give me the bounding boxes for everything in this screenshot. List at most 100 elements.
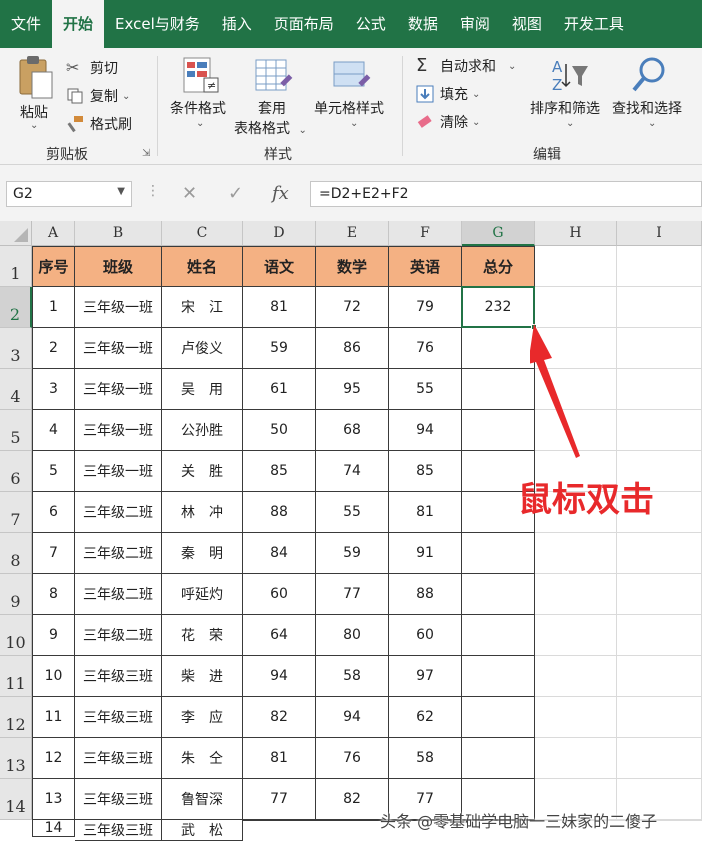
table-cell[interactable]: 62 [389,697,462,738]
table-cell[interactable]: 94 [389,410,462,451]
autosum-button[interactable]: Σ 自动求和 ⌄ [416,56,516,76]
table-cell[interactable]: 关 胜 [162,451,243,492]
table-cell[interactable]: 吴 用 [162,369,243,410]
table-cell[interactable]: 三年级二班 [75,615,162,656]
table-cell[interactable] [462,369,535,410]
table-cell[interactable]: 4 [32,410,75,451]
table-cell[interactable] [535,615,617,656]
table-cell[interactable]: 三年级三班 [75,738,162,779]
table-cell[interactable]: 秦 明 [162,533,243,574]
fill-button[interactable]: 填充 ⌄ [416,84,480,104]
autosum-chevron-icon[interactable]: ⌄ [508,61,516,72]
table-cell[interactable]: 77 [243,779,316,820]
row-header-11[interactable]: 11 [0,656,32,697]
table-cell[interactable]: 60 [389,615,462,656]
table-cell[interactable]: 59 [243,328,316,369]
table-cell[interactable]: 公孙胜 [162,410,243,451]
row-header-8[interactable]: 8 [0,533,32,574]
ribbon-tab-1[interactable]: 开始 [52,0,105,48]
formula-input[interactable]: =D2+E2+F2 [310,181,702,207]
ribbon-tab-5[interactable]: 公式 [345,0,397,48]
table-cell[interactable] [316,820,389,821]
table-cell[interactable]: 77 [316,574,389,615]
row-header-2[interactable]: 2 [0,287,32,328]
table-cell[interactable]: 8 [32,574,75,615]
sort-filter-button[interactable]: 排序和筛选 [530,98,600,118]
row-header-1[interactable]: 1 [0,246,32,287]
find-select-button[interactable]: 查找和选择 [612,98,682,118]
table-cell[interactable] [617,328,702,369]
table-cell[interactable]: 鲁智深 [162,779,243,820]
cell-styles-button[interactable]: 单元格样式 [314,98,384,118]
table-cell[interactable]: 81 [243,287,316,328]
insert-function-button[interactable]: fx [272,183,289,204]
table-cell[interactable] [535,246,617,287]
table-cell[interactable]: 76 [316,738,389,779]
name-box-dropdown-icon[interactable]: ▼ [117,186,125,197]
table-cell[interactable] [462,533,535,574]
table-cell[interactable]: 三年级一班 [75,451,162,492]
table-cell[interactable]: 7 [32,533,75,574]
table-cell[interactable]: 84 [243,533,316,574]
row-header-3[interactable]: 3 [0,328,32,369]
table-cell[interactable]: 三年级二班 [75,492,162,533]
table-cell[interactable]: 55 [389,369,462,410]
magnifier-icon[interactable] [630,56,670,100]
copy-chevron-icon[interactable]: ⌄ [122,91,130,102]
table-cell[interactable] [462,656,535,697]
table-cell[interactable]: 三年级二班 [75,574,162,615]
ribbon-tab-2[interactable]: Excel与财务 [104,0,211,48]
ribbon-tab-7[interactable]: 审阅 [449,0,501,48]
table-cell[interactable]: 三年级三班 [75,820,162,841]
table-header-cell[interactable]: 数学 [316,246,389,287]
table-cell[interactable]: 55 [316,492,389,533]
column-header-A[interactable]: A [32,221,75,246]
table-cell[interactable]: 三年级三班 [75,779,162,820]
table-cell[interactable]: 李 应 [162,697,243,738]
table-cell[interactable] [617,246,702,287]
table-cell[interactable]: 卢俊义 [162,328,243,369]
table-header-cell[interactable]: 班级 [75,246,162,287]
table-header-cell[interactable]: 总分 [462,246,535,287]
column-header-H[interactable]: H [535,221,617,246]
column-header-G[interactable]: G [462,221,535,246]
table-cell[interactable] [462,615,535,656]
conditional-format-icon[interactable]: ≠ [182,56,220,100]
table-cell[interactable]: 85 [243,451,316,492]
table-header-cell[interactable]: 序号 [32,246,75,287]
table-cell[interactable]: 85 [389,451,462,492]
table-cell[interactable]: 74 [316,451,389,492]
cancel-icon[interactable]: ✕ [182,183,197,204]
column-header-F[interactable]: F [389,221,462,246]
table-cell[interactable] [617,369,702,410]
table-cell[interactable] [535,738,617,779]
fill-chevron-icon[interactable]: ⌄ [472,89,480,100]
conditional-format-chevron-icon[interactable]: ⌄ [196,118,204,129]
table-cell[interactable]: 三年级一班 [75,410,162,451]
table-cell[interactable] [462,738,535,779]
table-cell[interactable] [617,287,702,328]
table-cell[interactable]: 81 [243,738,316,779]
table-cell[interactable]: 三年级三班 [75,656,162,697]
table-cell[interactable]: 88 [243,492,316,533]
table-cell[interactable]: 86 [316,328,389,369]
table-cell[interactable]: 76 [389,328,462,369]
table-cell[interactable]: 三年级一班 [75,328,162,369]
table-cell[interactable] [617,574,702,615]
paste-chevron-icon[interactable]: ⌄ [30,120,38,131]
table-cell[interactable] [617,656,702,697]
cut-button[interactable]: ✂ 剪切 [66,58,118,78]
table-cell[interactable] [535,533,617,574]
table-cell[interactable]: 11 [32,697,75,738]
column-header-D[interactable]: D [243,221,316,246]
conditional-format-button[interactable]: 条件格式 [170,98,226,118]
paste-icon[interactable] [14,54,58,104]
table-format-label-line1[interactable]: 套用 [258,98,286,118]
table-cell[interactable]: 88 [389,574,462,615]
row-header-4[interactable]: 4 [0,369,32,410]
table-cell[interactable]: 5 [32,451,75,492]
table-cell[interactable]: 82 [316,779,389,820]
clear-chevron-icon[interactable]: ⌄ [472,117,480,128]
table-cell[interactable]: 68 [316,410,389,451]
ribbon-tab-3[interactable]: 插入 [211,0,263,48]
